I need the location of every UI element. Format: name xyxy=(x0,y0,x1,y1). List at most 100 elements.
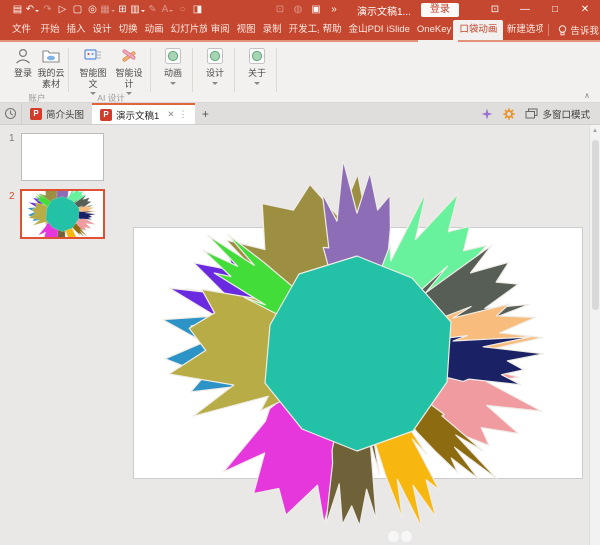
menu-tab-录制[interactable]: 录制 xyxy=(259,20,285,40)
menu-tab-开发工具[interactable]: 开发工具 xyxy=(285,20,319,40)
lightbulb-icon xyxy=(558,25,567,36)
plugin-animation-icon xyxy=(164,46,182,66)
slideshow-play-icon[interactable]: ▷ xyxy=(55,0,70,20)
sound-icon[interactable]: ◍ xyxy=(289,0,307,20)
window-controls: ⊡—□✕ xyxy=(480,0,600,20)
menu-tab-OneKey[interactable]: OneKey xyxy=(413,20,453,40)
shape-layer xyxy=(120,125,600,545)
maximize-button[interactable]: □ xyxy=(540,0,570,20)
quick-access-toolbar: ▤↶↷▷▢◎▦⊞▥✎A○◨ xyxy=(0,0,205,20)
menu-tab-视图[interactable]: 视图 xyxy=(233,20,259,40)
plugin-about-button[interactable]: 关于 xyxy=(242,46,272,88)
document-tab-presentation1[interactable]: P 演示文稿1 ✕ ⋮ xyxy=(92,103,195,124)
ribbon-separator xyxy=(68,48,69,92)
person-icon xyxy=(14,46,32,66)
menu-tab-开始[interactable]: 开始 xyxy=(37,20,63,40)
pen-icon[interactable]: ✎ xyxy=(145,0,160,20)
slide-1-thumbnail[interactable] xyxy=(21,133,104,181)
undo-icon[interactable]: ↶ xyxy=(25,0,40,20)
smart-design-button[interactable]: 智能设计 xyxy=(112,46,146,98)
smart-graphics-button[interactable]: 智能图文 xyxy=(76,46,110,98)
home-button[interactable] xyxy=(0,103,22,124)
login-button[interactable]: 登录 xyxy=(421,3,459,17)
menu-tab-设计[interactable]: 设计 xyxy=(89,20,115,40)
ribbon-separator xyxy=(150,48,151,92)
watermark-dot xyxy=(388,531,399,542)
home-icon xyxy=(4,107,17,120)
document-tab-intro[interactable]: P 简介头图 xyxy=(22,103,92,124)
menu-separator xyxy=(548,24,549,36)
new-document-icon[interactable]: ▢ xyxy=(70,0,85,20)
document-tab-bar: P 简介头图 P 演示文稿1 ✕ ⋮ + 多窗口模式 xyxy=(0,103,600,125)
dropdown-caret xyxy=(170,82,176,88)
scrollbar-thumb[interactable] xyxy=(592,140,599,310)
print-icon[interactable]: ▥ xyxy=(130,0,145,20)
plugin-design-button[interactable]: 设计 xyxy=(200,46,230,88)
screen-icon[interactable]: ◨ xyxy=(190,0,205,20)
ppt-file-icon: P xyxy=(100,109,112,121)
table-icon[interactable]: ▦ xyxy=(100,0,115,20)
magic-wand-icon[interactable] xyxy=(481,108,493,120)
grid-icon[interactable]: ⊞ xyxy=(115,0,130,20)
workspace: 1 2 ▲ xyxy=(0,125,600,545)
print-preview-icon[interactable]: ◎ xyxy=(85,0,100,20)
slide-1-number: 1 xyxy=(9,133,15,144)
switch-view-button[interactable]: ⊡ xyxy=(480,0,510,20)
tell-me-label: 告诉我 xyxy=(570,23,599,37)
menu-tab-切换[interactable]: 切换 xyxy=(115,20,141,40)
my-cloud-assets-button[interactable]: 我的云素材 xyxy=(36,46,66,89)
window-title: 演示文稿1... xyxy=(357,3,411,18)
new-tab-button[interactable]: + xyxy=(195,103,215,124)
close-button[interactable]: ✕ xyxy=(570,0,600,20)
ribbon-separator xyxy=(276,48,277,92)
pinwheel-graphic[interactable] xyxy=(120,125,600,545)
tell-me-button[interactable]: 告诉我 xyxy=(558,23,599,37)
smart-graphics-icon xyxy=(83,46,103,66)
settings-gear-icon[interactable] xyxy=(503,108,515,120)
menu-tab-动画[interactable]: 动画 xyxy=(141,20,167,40)
menu-tabs: 文件开始插入设计切换动画幻灯片放映审阅视图录制开发工具帮助金山PDFiSlide… xyxy=(0,20,543,40)
menu-bar: 文件开始插入设计切换动画幻灯片放映审阅视图录制开发工具帮助金山PDFiSlide… xyxy=(0,20,600,40)
menu-tab-口袋动画[interactable]: 口袋动画 xyxy=(453,20,503,40)
plugin-about-icon xyxy=(248,46,266,66)
slide-2-thumbnail-shape xyxy=(22,191,103,237)
tab-options-icon[interactable]: ⋮ xyxy=(178,109,187,120)
layers-icon[interactable]: ▣ xyxy=(307,0,325,20)
font-color-icon[interactable]: A xyxy=(160,0,175,20)
active-tab-notch xyxy=(418,40,458,42)
multi-window-mode-button[interactable]: 多窗口模式 xyxy=(525,107,590,121)
menu-tab-幻灯片放映[interactable]: 幻灯片放映 xyxy=(167,20,207,40)
menu-tab-iSlide[interactable]: iSlide xyxy=(383,20,413,40)
scroll-up-arrow[interactable]: ▲ xyxy=(590,126,600,137)
dropdown-caret xyxy=(169,10,173,14)
smart-design-icon xyxy=(119,46,139,66)
menu-tab-插入[interactable]: 插入 xyxy=(63,20,89,40)
multi-window-icon xyxy=(525,108,538,119)
lock-icon[interactable]: ⊡ xyxy=(271,0,289,20)
ribbon: 登录 我的云素材 账户 智能图文 智能设计 AI 设计 动画 设计 xyxy=(0,40,600,103)
plugin-animation-button[interactable]: 动画 xyxy=(158,46,188,88)
menu-tab-新建选项卡[interactable]: 新建选项卡 xyxy=(503,20,543,40)
dropdown-caret xyxy=(35,10,39,14)
dropdown-caret xyxy=(212,82,218,88)
menu-tab-审阅[interactable]: 审阅 xyxy=(207,20,233,40)
minimize-button[interactable]: — xyxy=(510,0,540,20)
title-bar: ▤↶↷▷▢◎▦⊞▥✎A○◨ ⊡◍▣» 演示文稿1... 登录 ⊡—□✕ xyxy=(0,0,600,20)
slide-2-number: 2 xyxy=(9,191,15,202)
redo-icon[interactable]: ↷ xyxy=(40,0,55,20)
close-tab-icon[interactable]: ✕ xyxy=(167,109,174,120)
slide-2-thumbnail[interactable] xyxy=(20,189,105,239)
title-status-icons: ⊡◍▣» xyxy=(271,0,343,20)
collapse-ribbon-button[interactable]: ∧ xyxy=(584,91,590,100)
vertical-scrollbar[interactable]: ▲ xyxy=(589,125,600,545)
more-icon[interactable]: » xyxy=(325,0,343,20)
ribbon-separator xyxy=(234,48,235,92)
menu-tab-金山PDF[interactable]: 金山PDF xyxy=(345,20,383,40)
menu-tab-文件[interactable]: 文件 xyxy=(6,20,37,40)
shape-icon[interactable]: ○ xyxy=(175,0,190,20)
save-icon[interactable]: ▤ xyxy=(10,0,25,20)
ppt-file-icon: P xyxy=(30,108,42,120)
menu-tab-帮助[interactable]: 帮助 xyxy=(319,20,345,40)
watermark-dot xyxy=(401,531,412,542)
dropdown-caret xyxy=(254,82,260,88)
